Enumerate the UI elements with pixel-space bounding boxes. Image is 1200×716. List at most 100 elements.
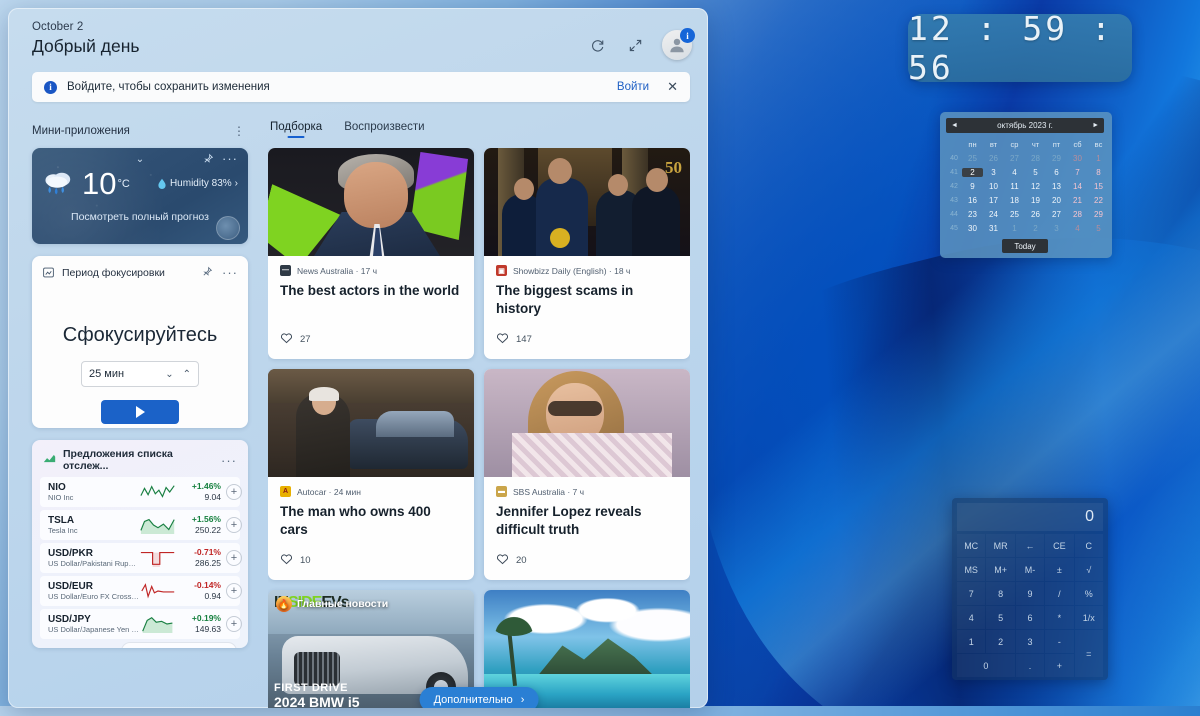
calc-key-[interactable]: . [1016, 654, 1044, 677]
avatar[interactable]: i [662, 28, 695, 60]
calc-key-5[interactable]: 5 [986, 606, 1014, 629]
add-to-watchlist-button[interactable]: + [226, 517, 242, 533]
calc-key-8[interactable]: 8 [986, 582, 1014, 605]
pin-icon[interactable] [203, 153, 214, 167]
calendar-day[interactable]: 7 [1067, 168, 1088, 177]
calendar-day[interactable]: 2 [1025, 224, 1046, 233]
calc-key-M[interactable]: M+ [986, 558, 1014, 581]
calendar-day[interactable]: 21 [1067, 196, 1088, 205]
table-row[interactable]: TSLA Tesla Inc +1.56% 250.22 + [40, 510, 242, 540]
calc-key-9[interactable]: 9 [1016, 582, 1044, 605]
calendar-day[interactable]: 1 [1004, 224, 1025, 233]
calendar-day[interactable]: 1 [1088, 154, 1109, 163]
weather-humidity[interactable]: Humidity 83% › [157, 178, 238, 190]
signin-button[interactable]: Войти [617, 81, 649, 93]
calculator-gadget[interactable]: 0 MC MR ← CE C MS M+ M- ± √ 7 8 9/% 4 5 6 * 1/x 1 2 3- = 0. + [952, 498, 1108, 680]
table-row[interactable]: USD/JPY US Dollar/Japanese Yen FX ... +0… [40, 609, 242, 639]
calendar-day[interactable]: 14 [1067, 182, 1088, 191]
calendar-day[interactable]: 24 [983, 210, 1004, 219]
calendar-next-icon[interactable]: ► [1092, 122, 1099, 129]
calendar-day-selected[interactable]: 2 [962, 167, 983, 177]
calendar-day[interactable]: 27 [1046, 210, 1067, 219]
calendar-day[interactable]: 22 [1088, 196, 1109, 205]
add-to-watchlist-button[interactable]: + [226, 550, 242, 566]
more-button[interactable]: Дополнительно › [419, 687, 539, 708]
calendar-day[interactable]: 25 [1004, 210, 1025, 219]
table-row[interactable]: USD/PKR US Dollar/Pakistani Rupee ... -0… [40, 543, 242, 573]
calendar-day[interactable]: 27 [1004, 154, 1025, 163]
watchlist-more-icon[interactable]: ··· [221, 453, 237, 468]
calendar-day[interactable]: 29 [1088, 210, 1109, 219]
calendar-day[interactable]: 23 [962, 210, 983, 219]
refresh-icon[interactable] [586, 34, 608, 56]
calc-key-[interactable]: / [1045, 582, 1073, 605]
chevron-up-icon[interactable]: ⌃ [183, 369, 191, 380]
calc-key-[interactable]: * [1045, 606, 1073, 629]
focus-duration-stepper[interactable]: 25 мин ⌄ ⌃ [81, 361, 199, 387]
calendar-gadget[interactable]: ◄ октябрь 2023 г. ► пн вт ср чт пт сб вс 40 25 26… [940, 112, 1112, 258]
calc-key-7[interactable]: 7 [957, 582, 985, 605]
calendar-day[interactable]: 30 [962, 224, 983, 233]
tab-vosproizvesti[interactable]: Воспроизвести [344, 121, 424, 138]
calendar-day[interactable]: 6 [1046, 168, 1067, 177]
calendar-day[interactable]: 15 [1088, 182, 1109, 191]
calendar-day[interactable]: 28 [1067, 210, 1088, 219]
calendar-day[interactable]: 11 [1004, 182, 1025, 191]
calendar-day[interactable]: 10 [983, 182, 1004, 191]
calendar-day[interactable]: 4 [1067, 224, 1088, 233]
calendar-day[interactable]: 16 [962, 196, 983, 205]
watchlist-more-button[interactable]: Смотреть предложени... [121, 642, 237, 648]
heart-icon[interactable] [280, 332, 293, 347]
calc-key-3[interactable]: 3 [1016, 630, 1044, 653]
calendar-day[interactable]: 20 [1046, 196, 1067, 205]
calc-key-[interactable]: % [1075, 582, 1103, 605]
calendar-day[interactable]: 30 [1067, 154, 1088, 163]
focus-more-icon[interactable]: ··· [222, 265, 238, 280]
clock-gadget[interactable]: 12 : 59 : 56 [908, 9, 1132, 87]
calendar-today-button[interactable]: Today [1002, 239, 1048, 253]
calc-key-[interactable]: - [1045, 630, 1073, 653]
weather-widget[interactable]: ⌄ ··· 10 °C Humidity 83% › Посмотреть по… [32, 148, 248, 244]
calendar-day[interactable]: 12 [1025, 182, 1046, 191]
add-to-watchlist-button[interactable]: + [226, 616, 242, 632]
calc-key-MR[interactable]: MR [986, 534, 1014, 557]
calendar-day[interactable]: 19 [1025, 196, 1046, 205]
calc-key-C[interactable]: C [1075, 534, 1103, 557]
calc-key-1[interactable]: 1 [957, 630, 985, 653]
calendar-day[interactable]: 9 [962, 182, 983, 191]
calendar-day[interactable]: 26 [983, 154, 1004, 163]
heart-icon[interactable] [496, 553, 509, 568]
calc-key-[interactable]: + [1045, 654, 1073, 677]
pin-icon[interactable] [202, 266, 213, 280]
news-card[interactable]: — News Australia · 17 ч The best actors … [268, 148, 474, 359]
calc-key-[interactable]: ← [1016, 534, 1044, 557]
calc-key-4[interactable]: 4 [957, 606, 985, 629]
calc-key-2[interactable]: 2 [986, 630, 1014, 653]
calendar-day[interactable]: 3 [1046, 224, 1067, 233]
table-row[interactable]: NIO NIO Inc +1.46% 9.04 + [40, 477, 242, 507]
calendar-prev-icon[interactable]: ◄ [951, 122, 958, 129]
mini-apps-filter-icon[interactable]: ⋮ [233, 124, 248, 138]
news-card[interactable]: A Autocar · 24 мин The man who owns 400 … [268, 369, 474, 580]
calendar-day[interactable]: 3 [983, 168, 1004, 177]
calendar-day[interactable]: 8 [1088, 168, 1109, 177]
calendar-month-title[interactable]: октябрь 2023 г. [958, 121, 1092, 130]
weather-more-icon[interactable]: ··· [222, 151, 238, 166]
tab-podborka[interactable]: Подборка [270, 121, 322, 138]
calc-key-0[interactable]: 0 [957, 654, 1015, 677]
calc-key-[interactable]: = [1075, 630, 1103, 677]
focus-start-button[interactable] [101, 400, 179, 424]
calendar-day[interactable]: 29 [1046, 154, 1067, 163]
expand-icon[interactable] [624, 34, 646, 56]
calendar-day[interactable]: 26 [1025, 210, 1046, 219]
calc-key-MS[interactable]: MS [957, 558, 985, 581]
calendar-day[interactable]: 31 [983, 224, 1004, 233]
calc-key-CE[interactable]: CE [1045, 534, 1073, 557]
calc-key-6[interactable]: 6 [1016, 606, 1044, 629]
news-card[interactable]: 50 ▣ Showbizz Daily (English) · 18 ч The… [484, 148, 690, 359]
calc-key-MC[interactable]: MC [957, 534, 985, 557]
calendar-day[interactable]: 5 [1025, 168, 1046, 177]
calendar-day[interactable]: 17 [983, 196, 1004, 205]
heart-icon[interactable] [496, 332, 509, 347]
calendar-day[interactable]: 13 [1046, 182, 1067, 191]
